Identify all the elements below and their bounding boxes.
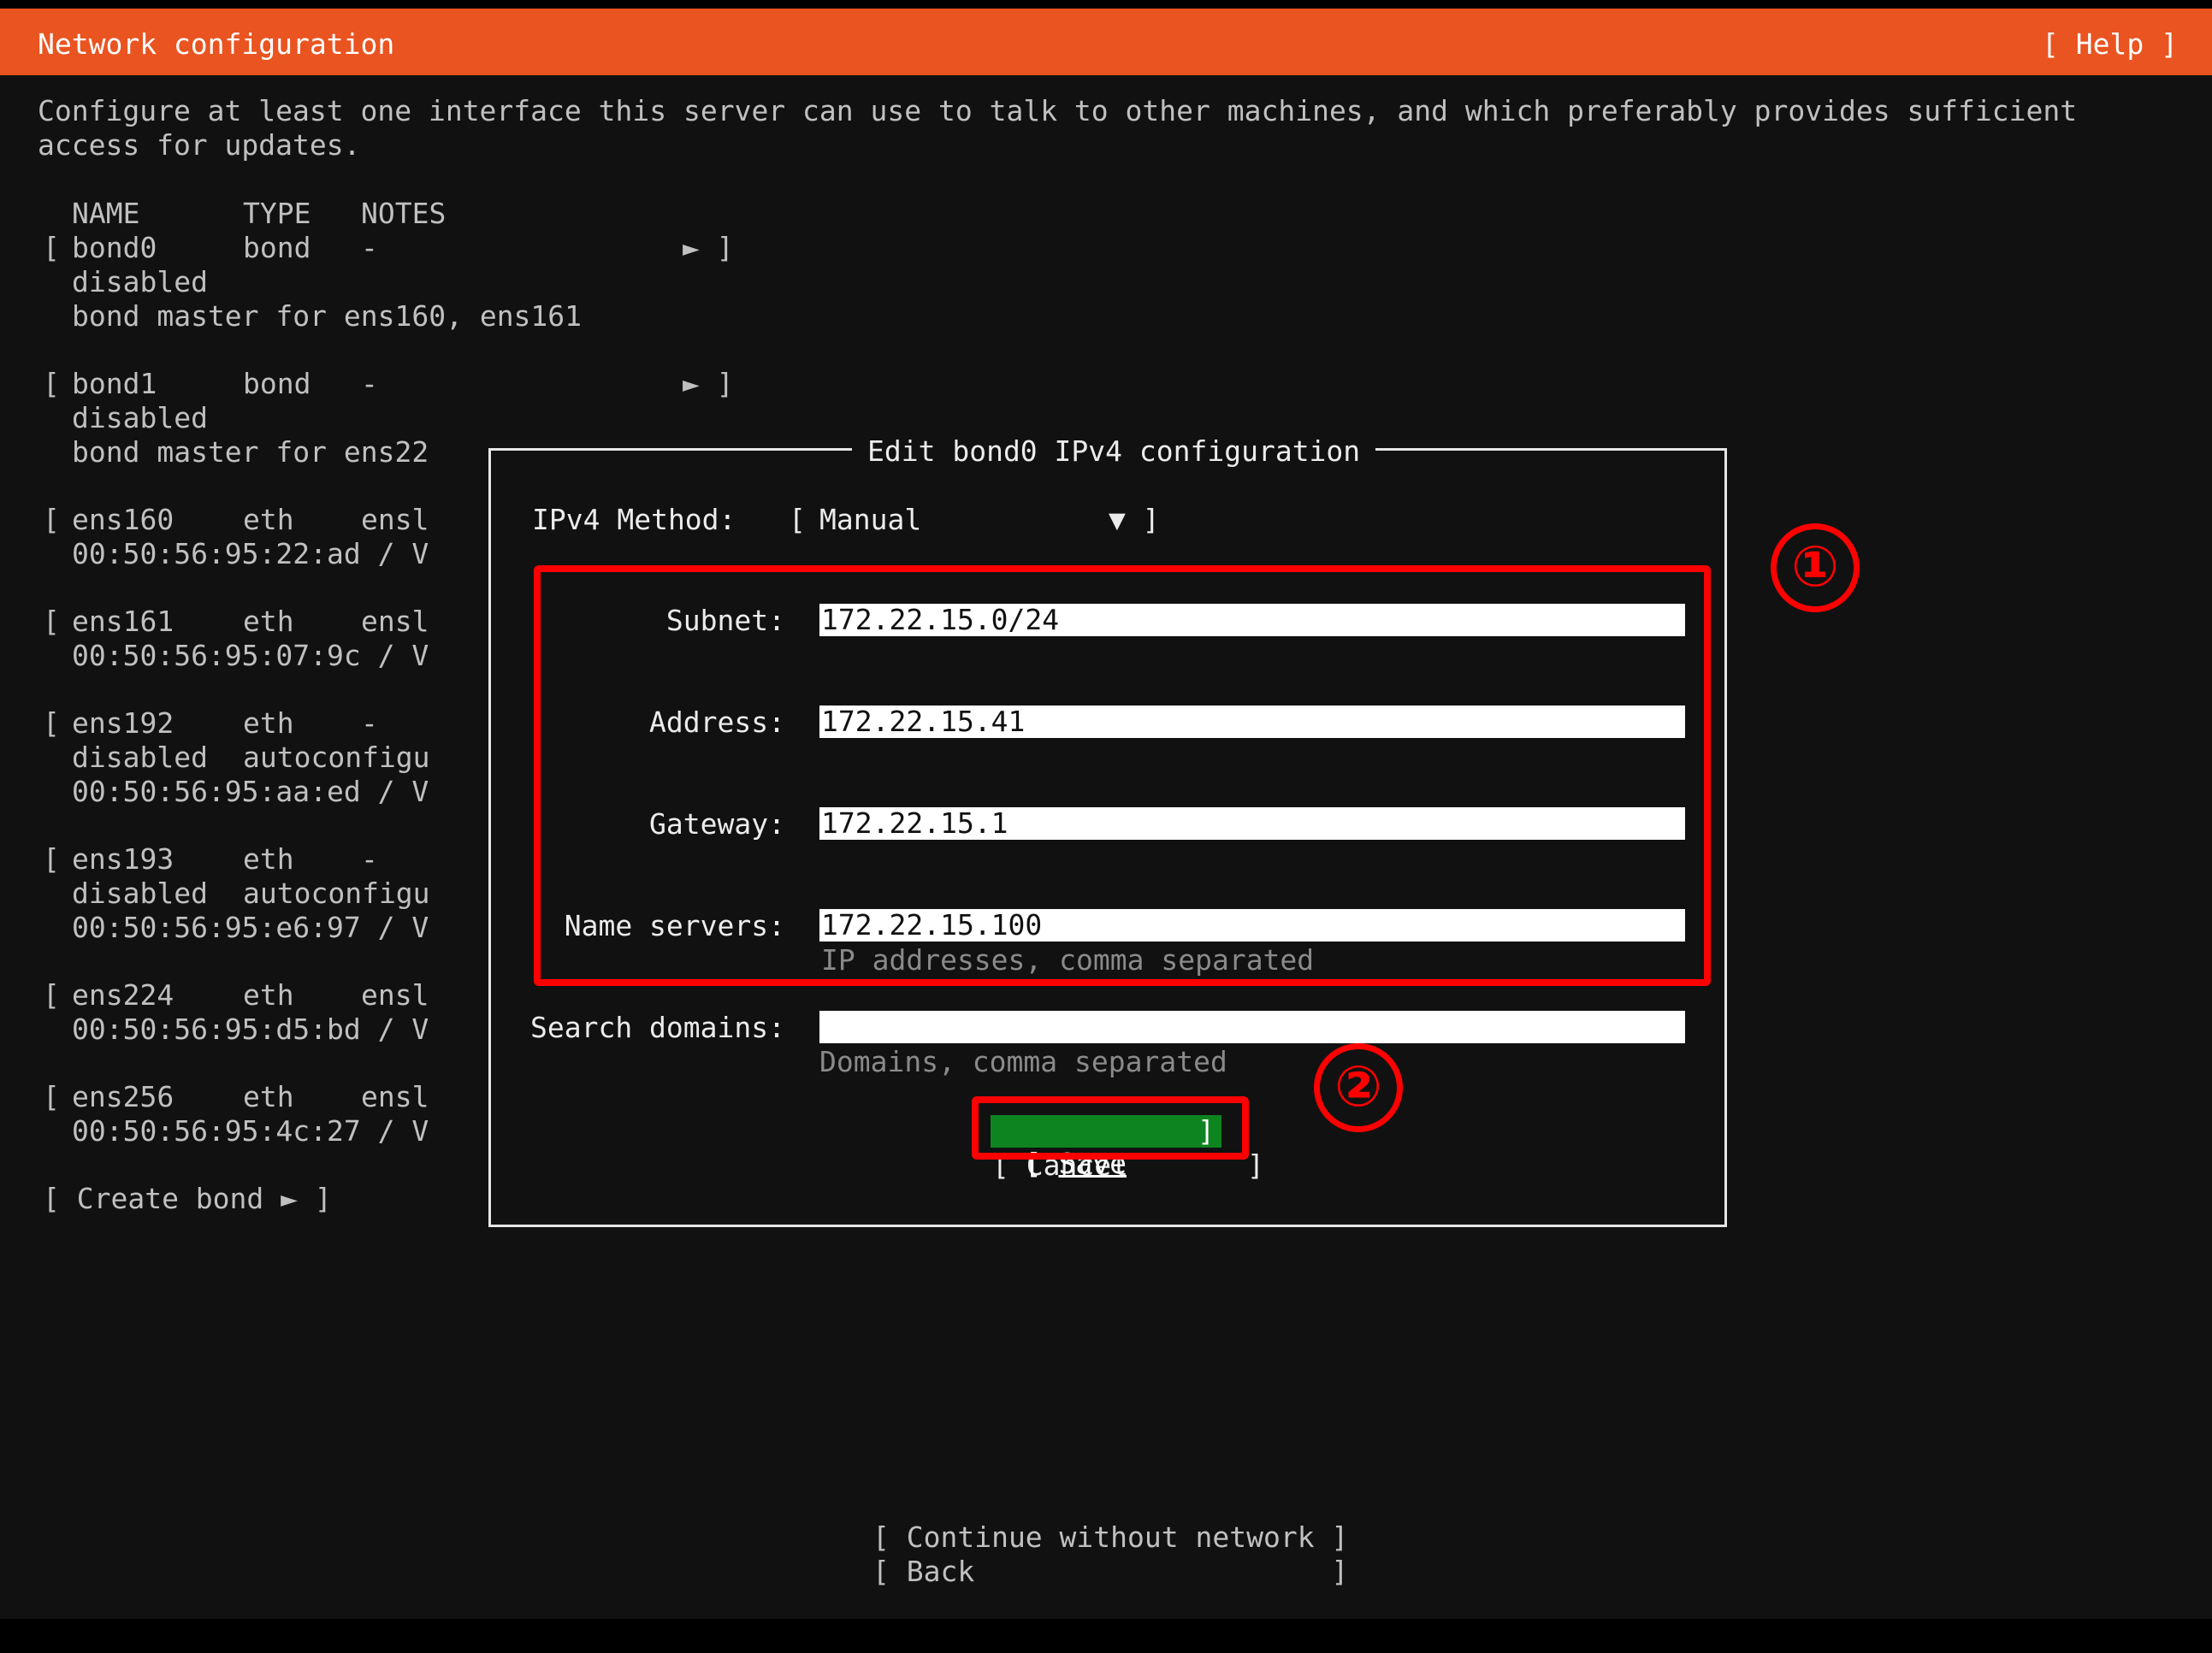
annotation-box-fields: [534, 565, 1711, 986]
back-button[interactable]: [ Back ]: [872, 1555, 1348, 1589]
interface-type: eth: [243, 842, 294, 876]
search-domains-label: Search domains:: [529, 1011, 785, 1044]
annotation-marker-1: ①: [1771, 523, 1860, 612]
interface-notes: ensl: [361, 978, 429, 1012]
continue-without-network-button[interactable]: [ Continue without network ]: [872, 1520, 1348, 1555]
row-bracket: [: [43, 231, 60, 264]
interface-status: disabled: [72, 877, 208, 910]
row-bracket: [: [43, 605, 60, 638]
interface-type: eth: [243, 706, 294, 740]
ipv4-method-label: IPv4 Method:: [532, 503, 736, 536]
page-title: Network configuration: [38, 27, 395, 61]
interface-name: ens256: [72, 1080, 174, 1113]
interface-name: ens224: [72, 978, 174, 1012]
help-button[interactable]: [ Help ]: [2042, 27, 2178, 62]
interface-status: disabled: [72, 741, 208, 774]
row-bracket: [: [43, 1080, 60, 1113]
interface-info: 00:50:56:95:22:ad / V: [72, 537, 429, 570]
interface-info: 00:50:56:95:aa:ed / V: [72, 775, 429, 808]
interface-info: 00:50:56:95:d5:bd / V: [72, 1012, 429, 1046]
row-bracket: [: [43, 978, 60, 1012]
interface-notes: -: [361, 842, 378, 876]
interface-notes: -: [361, 231, 378, 264]
intro-text-line2: access for updates.: [38, 128, 361, 162]
annotation-marker-2: ②: [1314, 1043, 1403, 1132]
interface-notes: -: [361, 706, 378, 740]
annotation-box-save: [972, 1096, 1249, 1160]
col-header-notes: NOTES: [361, 197, 447, 230]
header-bar: Network configuration [ Help ]: [0, 9, 2212, 75]
interface-type: bond: [243, 231, 311, 264]
interface-notes: ensl: [361, 605, 429, 638]
col-header-name: NAME: [72, 197, 140, 230]
ipv4-method-value: Manual: [819, 503, 922, 536]
row-bracket: [: [43, 706, 60, 740]
interface-name: ens192: [72, 706, 174, 740]
interface-type: eth: [243, 978, 294, 1012]
interface-info: 00:50:56:95:e6:97 / V: [72, 911, 429, 944]
interface-type: eth: [243, 1080, 294, 1113]
dialog-title: Edit bond0 IPv4 configuration: [852, 434, 1376, 469]
row-bracket: [: [43, 367, 60, 400]
interface-info: bond master for ens22: [72, 435, 429, 469]
interface-notes: ensl: [361, 503, 429, 536]
interface-status: disabled: [72, 401, 208, 434]
expand-arrow-icon[interactable]: ► ]: [683, 367, 734, 401]
interface-notes: -: [361, 367, 378, 400]
interface-name: bond0: [72, 231, 157, 264]
search-domains-input[interactable]: [819, 1011, 1685, 1043]
interface-name: ens161: [72, 605, 174, 638]
expand-arrow-icon[interactable]: ► ]: [683, 231, 734, 265]
interface-type: eth: [243, 605, 294, 638]
row-bracket: [: [43, 842, 60, 876]
interface-status-detail: autoconfigu: [243, 741, 430, 774]
intro-text-line1: Configure at least one interface this se…: [38, 94, 2078, 127]
interface-status: disabled: [72, 265, 208, 298]
create-bond-button[interactable]: [ Create bond ► ]: [43, 1182, 332, 1216]
interface-info: 00:50:56:95:07:9c / V: [72, 639, 429, 672]
dropdown-open-bracket: [: [789, 503, 806, 536]
chevron-down-icon: ▼ ]: [1109, 503, 1160, 536]
interface-status-detail: autoconfigu: [243, 877, 430, 910]
interface-name: ens160: [72, 503, 174, 536]
interface-type: bond: [243, 367, 311, 400]
interface-info: 00:50:56:95:4c:27 / V: [72, 1114, 429, 1148]
interface-notes: ensl: [361, 1080, 429, 1113]
row-bracket: [: [43, 503, 60, 536]
top-border: [0, 0, 2212, 9]
interface-name: bond1: [72, 367, 157, 400]
search-domains-hint: Domains, comma separated: [819, 1045, 1227, 1078]
interface-type: eth: [243, 503, 294, 536]
col-header-type: TYPE: [243, 197, 311, 230]
interface-name: ens193: [72, 842, 174, 876]
bottom-border: [0, 1619, 2212, 1653]
interface-info: bond master for ens160, ens161: [72, 299, 583, 333]
